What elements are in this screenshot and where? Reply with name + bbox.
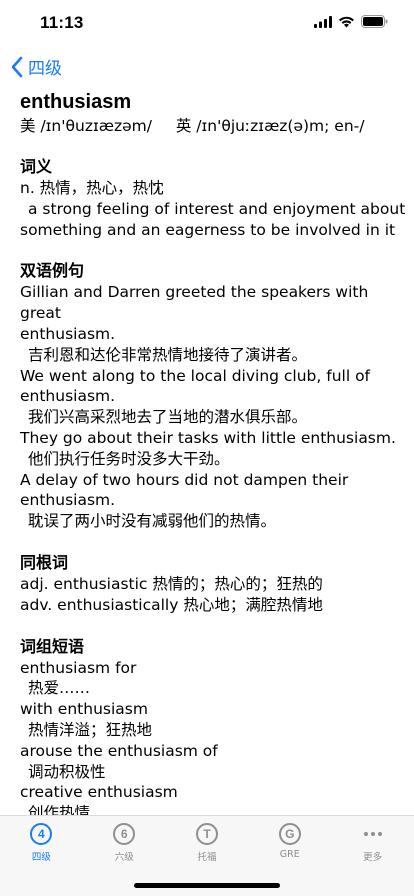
text-line: with enthusiasm [20, 700, 148, 719]
phonetic-uk: /ɪn'θjuːzɪæz(ə)m; en-/ [196, 117, 365, 135]
phonetic-us-label: 美 [20, 117, 36, 135]
cet4-icon: 4 [30, 823, 53, 845]
cognates-section: 同根词 adj. enthusiastic 热情的；热心的；狂热的 adv. en… [20, 552, 410, 616]
text-line: enthusiasm. [20, 387, 116, 406]
text-line: A delay of two hours did not dampen thei… [20, 470, 349, 489]
wifi-icon [339, 16, 354, 27]
phonetic-uk-label: 英 [175, 117, 192, 135]
tab-label: GRE [279, 849, 300, 860]
phonetic-line: 美 /ɪn'θuzɪæzəm/ 英 /ɪn'θjuːzɪæz(ə)m; en-/ [20, 116, 410, 136]
status-icons [314, 15, 388, 28]
toefl-icon: T [195, 823, 218, 845]
phrase-lines: enthusiasm for 热爱…… with enthusiasm 热情洋溢；狂热… [20, 658, 410, 824]
cognate-lines: adj. enthusiastic 热情的；热心的；狂热的 adv. enthus… [20, 574, 410, 616]
tab-label: 更多 [363, 852, 383, 863]
home-indicator [134, 883, 280, 888]
chevron-left-icon [11, 56, 23, 77]
text-line: arouse the enthusiasm of [20, 741, 218, 760]
tab-label: 四级 [31, 852, 51, 863]
tab-label: 六级 [114, 852, 134, 863]
word-detail: enthusiasm 美 /ɪn'θuzɪæzəm/ 英 /ɪn'θjuːzɪæ… [20, 90, 410, 824]
text-line: 我们兴高采烈地去了当地的潜水俱乐部。 [28, 408, 308, 427]
section-title: 词义 [20, 157, 53, 176]
text-line: 热爱…… [28, 679, 91, 698]
text-line: enthusiasm. [20, 491, 116, 510]
phrases-section: 词组短语 enthusiasm for 热爱…… with enthusiasm 热情… [20, 636, 410, 824]
definition-lines: n. 热情，热心，热忱 a strong feeling of interest … [20, 178, 410, 240]
word-title: enthusiasm [20, 91, 132, 113]
battery-icon [361, 15, 388, 28]
cet6-icon: 6 [113, 823, 136, 845]
text-line: 调动积极性 [28, 762, 106, 781]
text-line: a strong feeling of interest and enjoyme… [28, 199, 406, 218]
text-line: adv. enthusiastically 热心地；满腔热情地 [20, 595, 323, 614]
definition-section: 词义 n. 热情，热心，热忱 a strong feeling of intere… [20, 156, 410, 240]
phonetic-us: /ɪn'θuzɪæzəm/ [40, 117, 152, 135]
section-title: 词组短语 [20, 636, 85, 656]
tab-toefl[interactable]: T 托福 [166, 816, 249, 866]
example-lines: Gillian and Darren greeted the speakers … [20, 282, 410, 532]
tab-label: 托福 [197, 852, 217, 863]
gre-icon: G [278, 823, 301, 845]
text-line: adj. enthusiastic 热情的；热心的；狂热的 [20, 574, 323, 593]
text-line: 吉利恩和达伦非常热情地接待了演讲者。 [28, 345, 308, 364]
tab-cet4[interactable]: 4 四级 [0, 816, 83, 866]
text-line: n. 热情，热心，热忱 [20, 179, 164, 197]
section-title: 双语例句 [20, 261, 85, 281]
text-line: creative enthusiasm [20, 783, 178, 802]
text-line: enthusiasm. [20, 324, 116, 343]
text-line: We went along to the local diving club, … [20, 366, 371, 385]
text-line: 热情洋溢；狂热地 [28, 720, 153, 739]
section-title: 同根词 [20, 552, 69, 572]
nav-bar: 四级 [0, 52, 414, 84]
tab-more[interactable]: 更多 [331, 816, 414, 866]
text-line: 他们执行任务时没多大干劲。 [28, 449, 230, 468]
text-line: Gillian and Darren greeted the speakers … [20, 283, 369, 323]
examples-section: 双语例句 Gillian and Darren greeted the spea… [20, 260, 410, 532]
more-dots-icon [363, 823, 382, 845]
status-time: 11:13 [40, 13, 84, 32]
text-line: 耽误了两小时没有减弱他们的热情。 [28, 512, 277, 531]
tab-gre[interactable]: G GRE [248, 816, 331, 866]
text-line: They go about their tasks with little en… [20, 428, 396, 447]
back-label: 四级 [28, 59, 62, 79]
status-bar: 11:13 [0, 0, 414, 46]
tab-cet6[interactable]: 6 六级 [83, 816, 166, 866]
tab-bar: 4 四级 6 六级 T 托福 G GRE 更多 [0, 815, 414, 896]
back-button[interactable]: 四级 [10, 54, 62, 79]
text-line: enthusiasm for [20, 658, 137, 677]
text-line: something and an eagerness to be involve… [20, 220, 396, 239]
cellular-signal-icon [314, 15, 332, 28]
